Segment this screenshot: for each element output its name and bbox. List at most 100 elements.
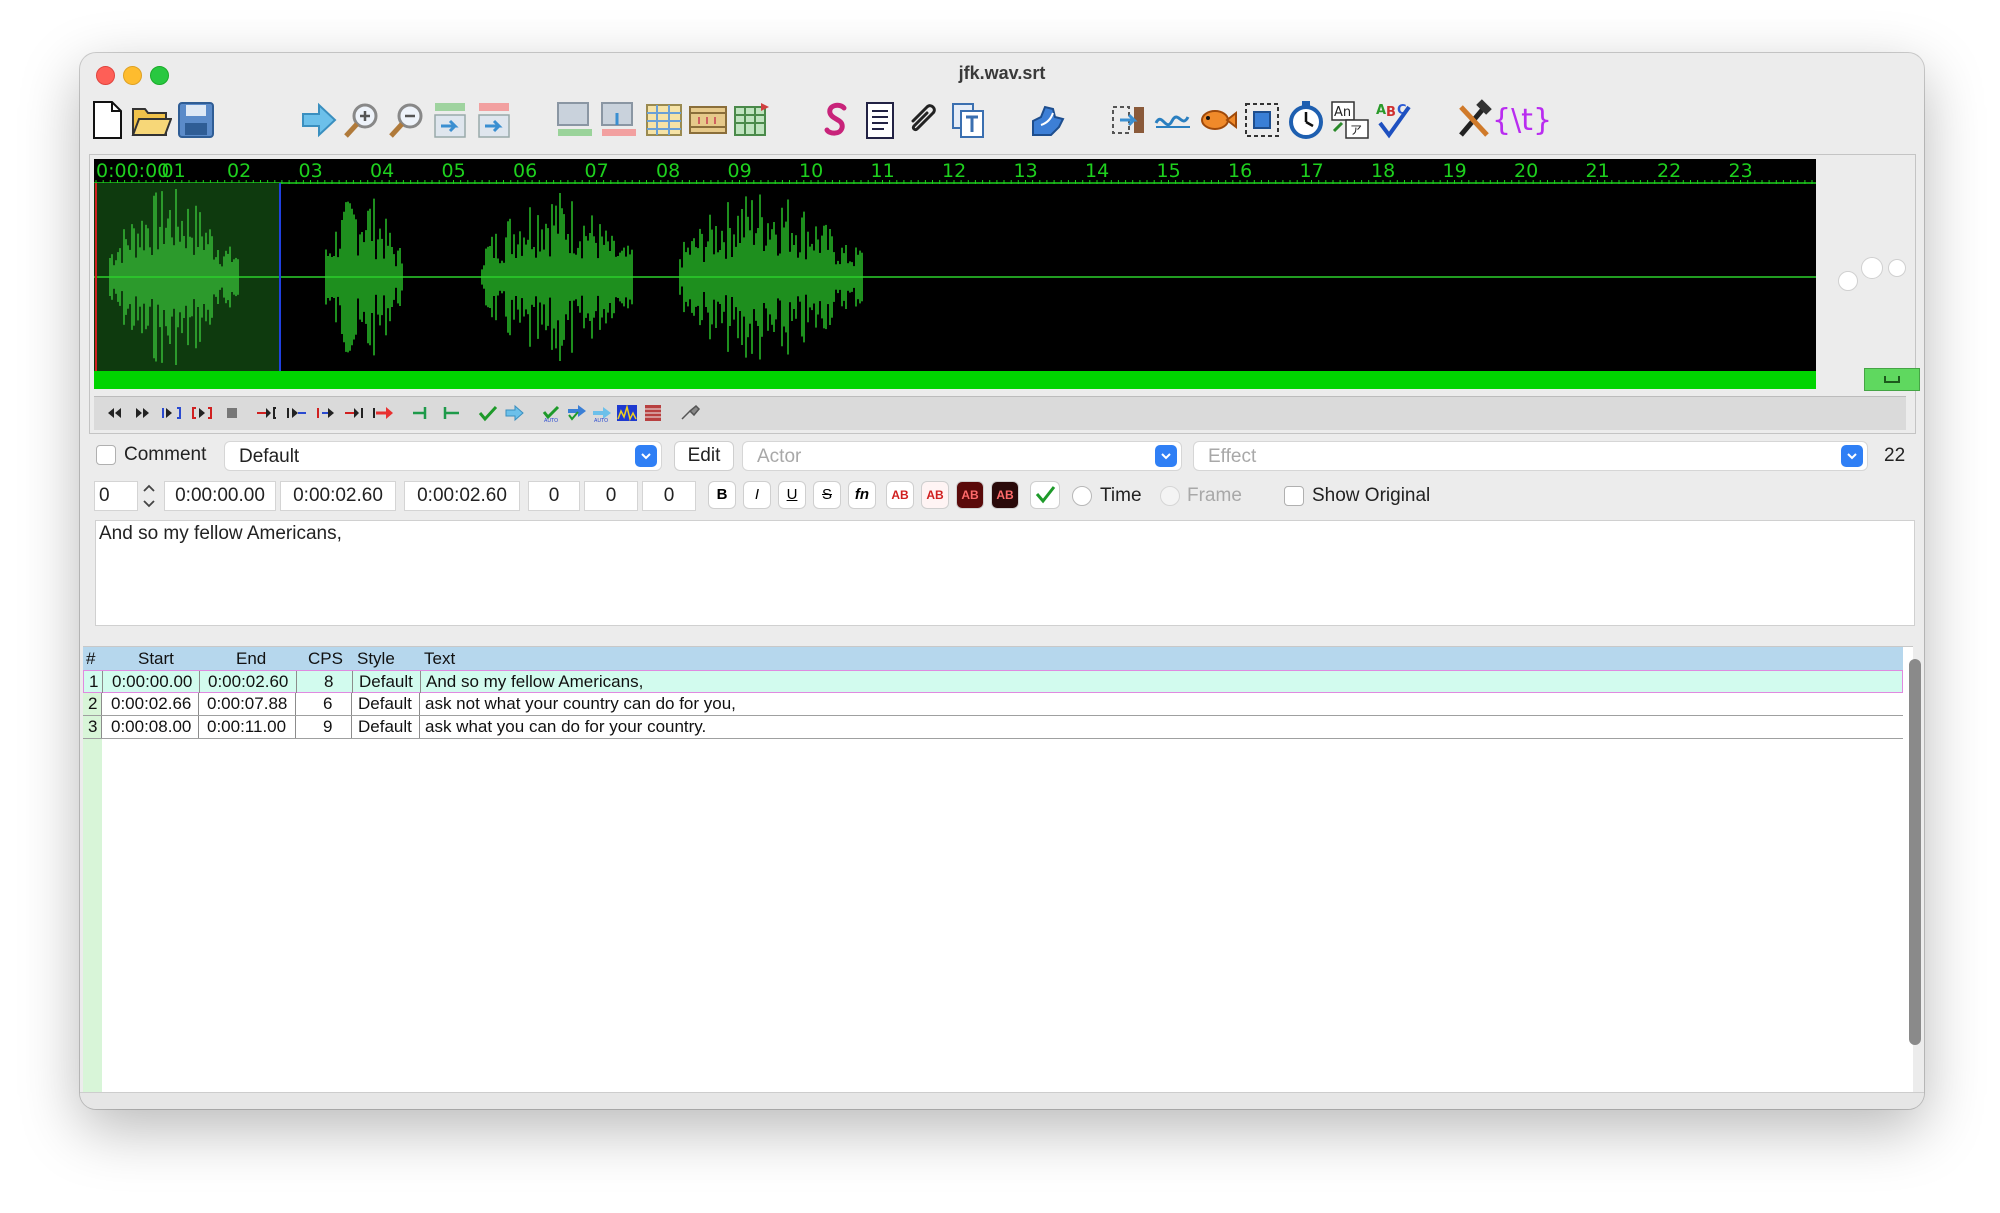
shift-times-icon[interactable] bbox=[1107, 97, 1151, 143]
end-time-input[interactable]: 0:00:02.60 bbox=[280, 481, 396, 511]
video-frame-icon[interactable] bbox=[553, 97, 597, 143]
header-style[interactable]: Style bbox=[357, 647, 395, 670]
header-number[interactable]: # bbox=[86, 647, 95, 670]
karaoke-icon[interactable] bbox=[679, 403, 703, 423]
grid-table-2-icon[interactable] bbox=[730, 97, 774, 143]
auto-scroll-icon[interactable]: AUTO bbox=[590, 403, 614, 424]
subtitle-grid: # Start End CPS Style Text 1 0:00:00.00 … bbox=[83, 646, 1913, 1093]
row-cps: 8 bbox=[324, 672, 334, 691]
auto-next-icon[interactable] bbox=[565, 403, 589, 423]
actor-dropdown[interactable]: Actor bbox=[742, 441, 1182, 471]
column-divider bbox=[419, 716, 420, 738]
puzzle-icon[interactable] bbox=[1026, 97, 1070, 143]
underline-button[interactable]: U bbox=[778, 481, 806, 509]
duration-input[interactable]: 0:00:02.60 bbox=[404, 481, 520, 511]
volume-slider-knob[interactable] bbox=[1861, 257, 1883, 279]
secondary-color-button[interactable]: AB bbox=[921, 481, 949, 509]
go-to-next-icon[interactable] bbox=[503, 403, 527, 423]
lead-out-icon[interactable] bbox=[439, 403, 463, 423]
margin-right-input[interactable]: 0 bbox=[584, 481, 638, 511]
abc-spellcheck-icon[interactable]: ABC bbox=[1373, 97, 1417, 143]
next-line-icon[interactable] bbox=[131, 403, 155, 423]
outline-color-button[interactable]: AB bbox=[956, 481, 984, 509]
header-text[interactable]: Text bbox=[424, 647, 455, 670]
jump-arrow-icon[interactable] bbox=[296, 97, 340, 143]
tools-hammer-icon[interactable] bbox=[1452, 97, 1496, 143]
layer-stepper[interactable] bbox=[140, 481, 158, 511]
table-row[interactable]: 2 0:00:02.66 0:00:07.88 6 Default ask no… bbox=[83, 693, 1903, 716]
video-frame-2-icon[interactable] bbox=[597, 97, 641, 143]
grid-scrollbar[interactable] bbox=[1909, 659, 1921, 1045]
primary-color-button[interactable]: AB bbox=[886, 481, 914, 509]
row-end: 0:00:07.88 bbox=[207, 694, 288, 713]
vertical-zoom-slider-knob[interactable] bbox=[1838, 271, 1858, 291]
audio-display-panel: 0:00:00 01 02 03 04 05 06 07 08 09 10 11 12 13 14 15 16 1… bbox=[89, 154, 1920, 434]
previous-line-icon[interactable] bbox=[102, 403, 126, 423]
film-strip-icon[interactable] bbox=[686, 97, 730, 143]
ruler-label: 23 bbox=[1728, 160, 1753, 182]
play-end-icon[interactable] bbox=[314, 403, 338, 423]
row-number: 3 bbox=[88, 717, 98, 736]
notepad-icon[interactable] bbox=[858, 97, 902, 143]
strikeout-button[interactable]: S bbox=[813, 481, 841, 509]
play-before-icon[interactable] bbox=[255, 403, 279, 423]
open-folder-icon[interactable] bbox=[129, 97, 173, 143]
spectrum-mode-icon[interactable] bbox=[615, 403, 639, 423]
row-start: 0:00:02.66 bbox=[111, 694, 192, 713]
margin-vertical-input[interactable]: 0 bbox=[642, 481, 696, 511]
style-dropdown[interactable]: Default bbox=[224, 441, 662, 471]
stop-icon[interactable] bbox=[220, 403, 244, 423]
header-end[interactable]: End bbox=[236, 647, 266, 670]
zoom-out-icon[interactable] bbox=[385, 97, 429, 143]
play-to-end-icon[interactable] bbox=[372, 403, 396, 423]
waveform-graph bbox=[94, 183, 1816, 389]
comment-checkbox[interactable] bbox=[96, 445, 116, 465]
speed-squiggle-icon[interactable] bbox=[1151, 97, 1195, 143]
row-start: 0:00:08.00 bbox=[111, 717, 192, 736]
lead-in-icon[interactable] bbox=[411, 403, 435, 423]
table-row[interactable]: 1 0:00:00.00 0:00:02.60 8 Default And so… bbox=[83, 670, 1903, 693]
ab-dictionary-icon[interactable]: An ア bbox=[1328, 97, 1372, 143]
ruler-label: 18 bbox=[1371, 160, 1396, 182]
snap-end-icon[interactable] bbox=[472, 97, 516, 143]
save-icon[interactable] bbox=[174, 97, 218, 143]
play-after-icon[interactable] bbox=[343, 403, 367, 423]
italic-button[interactable]: I bbox=[743, 481, 771, 509]
commit-button[interactable] bbox=[1030, 481, 1060, 509]
fish-icon[interactable] bbox=[1195, 97, 1239, 143]
margin-left-input[interactable]: 0 bbox=[528, 481, 580, 511]
header-cps[interactable]: CPS bbox=[308, 647, 343, 670]
script-s-icon[interactable] bbox=[814, 97, 858, 143]
paperclip-icon[interactable] bbox=[902, 97, 946, 143]
zoom-in-icon[interactable] bbox=[340, 97, 384, 143]
font-button[interactable]: fn bbox=[848, 481, 876, 509]
audio-option-knob[interactable] bbox=[1888, 259, 1906, 277]
stopwatch-icon[interactable] bbox=[1284, 97, 1328, 143]
snap-start-icon[interactable] bbox=[428, 97, 472, 143]
subtitle-text-editor[interactable]: And so my fellow Americans, bbox=[95, 520, 1915, 626]
frame-radio[interactable] bbox=[1160, 486, 1180, 506]
new-file-icon[interactable] bbox=[85, 97, 129, 143]
audio-link-toggle[interactable] bbox=[1864, 368, 1920, 391]
grid-table-icon[interactable] bbox=[642, 97, 686, 143]
shadow-color-button[interactable]: AB bbox=[991, 481, 1019, 509]
play-selection-icon[interactable] bbox=[160, 403, 184, 423]
header-start[interactable]: Start bbox=[138, 647, 174, 670]
time-radio[interactable] bbox=[1072, 486, 1092, 506]
translate-t-icon[interactable] bbox=[947, 97, 991, 143]
show-original-checkbox[interactable] bbox=[1284, 486, 1304, 506]
play-line-icon[interactable] bbox=[190, 403, 214, 423]
video-lock-icon[interactable] bbox=[641, 403, 665, 423]
edit-style-button[interactable]: Edit bbox=[674, 441, 734, 471]
commit-check-icon[interactable] bbox=[476, 403, 500, 423]
auto-commit-icon[interactable]: AUTO bbox=[540, 403, 564, 424]
layer-input[interactable]: 0 bbox=[94, 481, 138, 511]
play-start-icon[interactable] bbox=[284, 403, 308, 423]
bold-button[interactable]: B bbox=[708, 481, 736, 509]
start-time-input[interactable]: 0:00:00.00 bbox=[164, 481, 276, 511]
effect-dropdown[interactable]: Effect bbox=[1193, 441, 1868, 471]
table-row[interactable]: 3 0:00:08.00 0:00:11.00 9 Default ask wh… bbox=[83, 716, 1903, 739]
waveform-display[interactable]: 0:00:00 01 02 03 04 05 06 07 08 09 10 11 12 13 14 15 16 1… bbox=[94, 159, 1816, 389]
override-tag-icon[interactable]: {\t} bbox=[1492, 97, 1552, 143]
selection-box-icon[interactable] bbox=[1240, 97, 1284, 143]
